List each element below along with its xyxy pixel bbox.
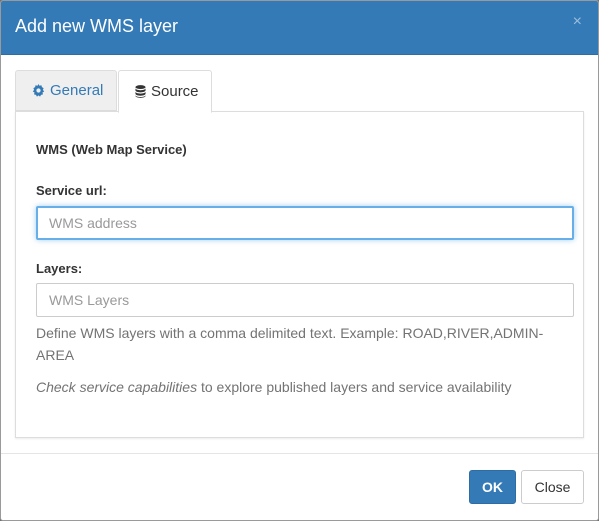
service-url-input[interactable] (36, 206, 574, 240)
section-title: WMS (Web Map Service) (36, 142, 187, 157)
check-capabilities-link[interactable]: Check service capabilities (36, 379, 197, 395)
dialog-body: General Source WMS (Web Map Service) Ser… (1, 55, 598, 453)
capabilities-suffix: to explore published layers and service … (197, 379, 512, 395)
capabilities-text: Check service capabilities to explore pu… (36, 376, 566, 398)
dialog-footer: OK Close (1, 453, 598, 520)
close-icon[interactable]: × (573, 14, 582, 30)
ok-button[interactable]: OK (469, 470, 516, 504)
close-button[interactable]: Close (521, 470, 584, 504)
tab-source-label: Source (151, 83, 199, 100)
database-icon (135, 85, 146, 98)
tab-general-label: General (50, 82, 104, 99)
layers-help-text: Define WMS layers with a comma delimited… (36, 325, 544, 363)
layers-label: Layers: (36, 261, 83, 276)
layers-input[interactable] (36, 283, 574, 317)
dialog-title: Add new WMS layer (15, 16, 179, 36)
tab-general[interactable]: General (15, 70, 117, 111)
source-panel: WMS (Web Map Service) Service url: Layer… (15, 111, 584, 438)
tab-source[interactable]: Source (118, 70, 212, 113)
service-url-label: Service url: (36, 183, 107, 198)
wms-layer-dialog: Add new WMS layer × General Source WMS (… (0, 0, 599, 521)
gear-icon (32, 84, 45, 97)
dialog-header: Add new WMS layer × (1, 1, 598, 55)
